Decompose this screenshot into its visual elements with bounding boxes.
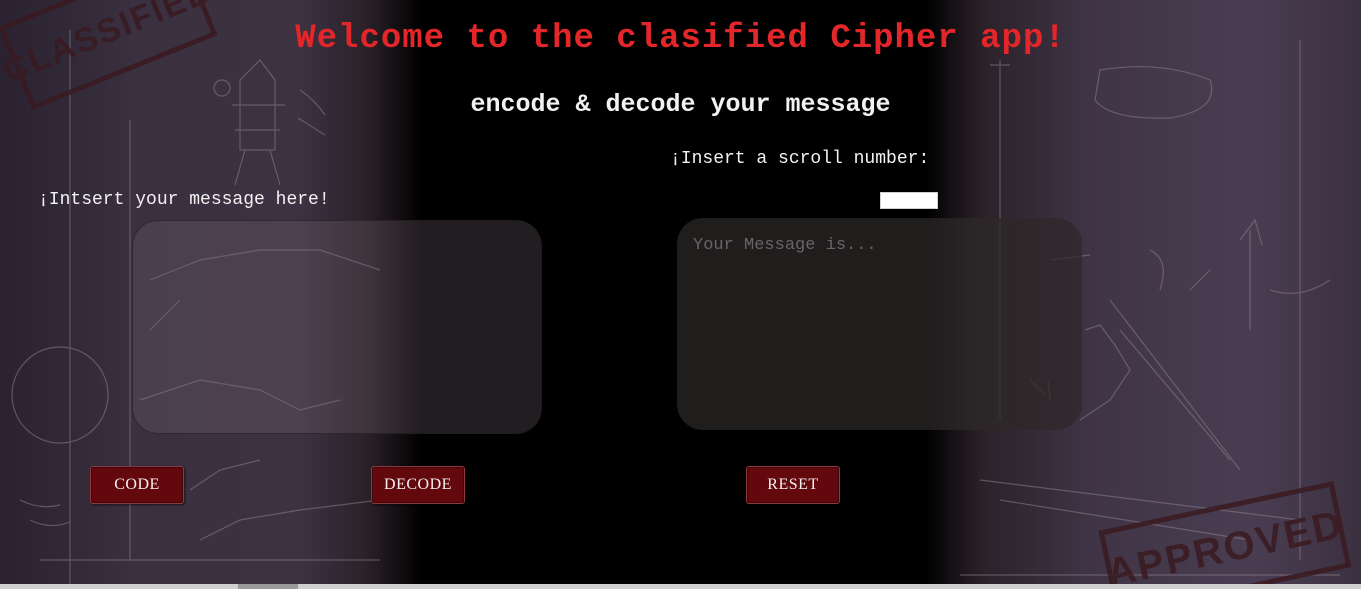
approved-stamp: APPROVED [1098,481,1352,589]
approved-stamp-text: APPROVED [1102,501,1348,589]
page-subtitle: encode & decode your message [470,90,891,119]
horizontal-scrollbar[interactable] [0,584,1361,589]
message-label: ¡Intsert your message here! [38,190,330,210]
scrollbar-thumb[interactable] [238,584,298,589]
page-title: Welcome to the clasified Cipher app! [295,20,1066,58]
code-button[interactable]: CODE [90,466,184,504]
scroll-number-label: ¡Insert a scroll number: [670,149,930,169]
message-input[interactable] [132,220,542,434]
decode-button[interactable]: DECODE [371,466,465,504]
reset-button[interactable]: RESET [746,466,840,504]
scroll-number-input[interactable] [880,192,938,209]
output-message-area[interactable] [677,218,1082,430]
